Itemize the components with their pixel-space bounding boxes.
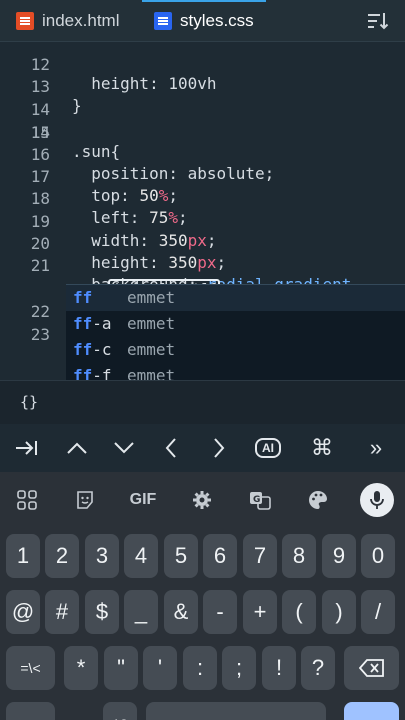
autocomplete-item[interactable]: ff-a emmet [66,311,405,337]
key-hash[interactable]: # [45,590,79,634]
key-exclamation[interactable]: ! [262,646,296,690]
keyboard-toolbar: GIF G [0,472,405,528]
autocomplete-match: ff-c [73,340,112,359]
key-semicolon[interactable]: ; [222,646,256,690]
tab-label: styles.css [180,11,254,30]
match-text: ff [73,314,93,333]
caret-right-icon[interactable] [194,424,244,472]
key-question[interactable]: ? [301,646,335,690]
code-line: 20 height: 350px; [0,215,405,272]
key-asterisk[interactable]: * [64,646,98,690]
key-7[interactable]: 7 [243,534,277,578]
code-line: 13 } [0,58,405,115]
editor-toolbar: {} [0,380,405,424]
key-8[interactable]: 8 [282,534,316,578]
palette-icon[interactable] [301,483,335,517]
key-2[interactable]: 2 [45,534,79,578]
key-abc[interactable] [6,702,55,720]
command-icon[interactable]: ⌘ [297,424,347,472]
mic-icon[interactable] [360,483,394,517]
key-minus[interactable]: - [203,590,237,634]
key-underscore[interactable]: _ [124,590,158,634]
autocomplete-type: emmet [127,340,176,359]
ai-label: AI [255,438,281,458]
key-numbers[interactable]: 12 [103,702,137,720]
code-line: 12 height: 100vh [0,36,405,93]
space-key[interactable] [146,702,326,720]
match-text: ff [73,340,93,359]
code-line: 14 [0,81,405,119]
sticker-icon[interactable] [68,483,102,517]
key-at[interactable]: @ [6,590,40,634]
key-close-paren[interactable]: ) [322,590,356,634]
backspace-icon [358,659,384,677]
key-dollar[interactable]: $ [85,590,119,634]
code-line: 17 top: 50%; [0,148,405,205]
tab-icon[interactable] [2,424,52,472]
key-ampersand[interactable]: & [164,590,198,634]
translate-icon[interactable]: G [243,483,277,517]
caret-left-icon[interactable] [146,424,196,472]
gif-button[interactable]: GIF [126,483,160,517]
key-plus[interactable]: + [243,590,277,634]
ai-button[interactable]: AI [243,424,293,472]
key-4[interactable]: 4 [124,534,158,578]
braces-button[interactable]: {} [20,393,38,411]
backspace-key[interactable] [344,646,399,690]
sort-icon[interactable] [367,11,389,31]
double-chevron-right-icon[interactable]: » [351,424,401,472]
settings-icon[interactable] [185,483,219,517]
match-text: ff [73,288,93,307]
caret-down-icon[interactable] [99,424,149,472]
apps-icon[interactable] [10,483,44,517]
key-1[interactable]: 1 [6,534,40,578]
key-5[interactable]: 5 [164,534,198,578]
code-line: 16 position: absolute; [0,126,405,183]
line-number: 23 [30,325,50,344]
autocomplete-item[interactable]: ff-c emmet [66,337,405,363]
code-line: 18 left: 75%; [0,170,405,227]
enter-key[interactable] [344,702,399,720]
suffix-text: -a [92,314,112,333]
key-0[interactable]: 0 [361,534,395,578]
key-single-quote[interactable]: ' [143,646,177,690]
navigation-toolbar: AI ⌘ » [0,424,405,472]
autocomplete-match: ff-a [73,314,112,333]
autocomplete-type: emmet [127,314,176,333]
key-double-quote[interactable]: " [104,646,138,690]
on-screen-keyboard: GIF G 1 2 3 4 5 6 7 8 9 0 @ # $ _ & - + … [0,472,405,720]
key-6[interactable]: 6 [203,534,237,578]
code-line: 15 .sun{ [0,104,405,161]
tab-label: index.html [42,11,120,30]
autocomplete-type: emmet [127,288,176,307]
key-colon[interactable]: : [183,646,217,690]
key-9[interactable]: 9 [322,534,356,578]
suffix-text: -c [92,340,112,359]
key-open-paren[interactable]: ( [282,590,316,634]
code-line: 21 background: radial-gradient [0,237,405,294]
autocomplete-match: ff [73,288,92,307]
css3-icon [154,12,172,30]
autocomplete-item[interactable]: ff emmet [66,285,405,311]
code-line: 19 width: 350px; [0,193,405,250]
caret-up-icon[interactable] [52,424,102,472]
key-more-symbols[interactable]: =\< [6,646,55,690]
key-3[interactable]: 3 [85,534,119,578]
html5-icon [16,12,34,30]
code-line-wrapped: (circle,#ff [0,260,405,301]
key-slash[interactable]: / [361,590,395,634]
svg-text:G: G [253,495,260,505]
